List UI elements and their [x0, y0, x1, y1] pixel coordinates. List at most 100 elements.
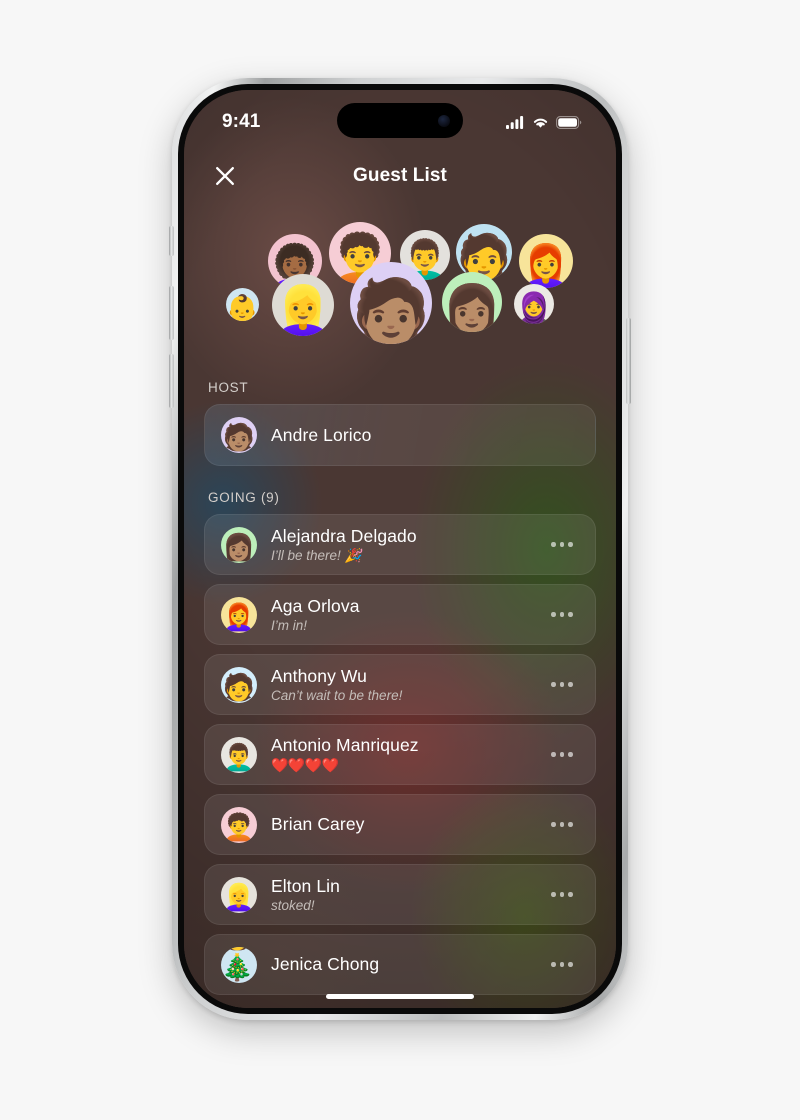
guest-text: Elton Lin stoked! [271, 876, 537, 913]
battery-full-icon [556, 115, 582, 129]
memoji-elton: 👱‍♀️ [221, 876, 257, 913]
guest-text: Jenica Chong [271, 954, 537, 975]
ellipsis-icon[interactable] [545, 882, 579, 908]
dynamic-island [337, 103, 463, 138]
guest-text: Anthony Wu Can’t wait to be there! [271, 666, 537, 703]
dot [568, 612, 573, 617]
host-section-header: HOST [208, 380, 249, 395]
ellipsis-icon[interactable] [545, 812, 579, 838]
host-text: Andre Lorico [271, 425, 579, 446]
avatar-glyph: 🧕 [514, 291, 554, 324]
guest-name: Anthony Wu [271, 666, 368, 686]
dot [551, 752, 556, 757]
host-name: Andre Lorico [271, 424, 372, 445]
home-indicator[interactable] [326, 993, 474, 999]
ellipsis-icon[interactable] [545, 742, 579, 768]
memoji-pink-hair[interactable]: 👩‍🦰 [519, 234, 573, 288]
memoji-aga: 👩‍🦰 [221, 596, 257, 633]
dot [559, 542, 565, 547]
guest-row[interactable]: 🧑🎄 Jenica Chong [204, 934, 596, 995]
ellipsis-icon[interactable] [545, 952, 579, 978]
dot [551, 612, 556, 617]
dot [551, 822, 556, 827]
guest-note: ❤️❤️❤️❤️ [271, 757, 339, 773]
dot [551, 962, 556, 967]
memoji-jenica: 🧑🎄 [221, 946, 257, 983]
power-button[interactable] [626, 318, 631, 404]
volume-down-button[interactable] [169, 354, 174, 408]
dot [559, 962, 565, 967]
dot [559, 822, 565, 827]
guest-name: Aga Orlova [271, 596, 360, 616]
close-button[interactable] [210, 161, 240, 191]
dot [551, 892, 556, 897]
memoji-antonio: 👨‍🦱 [221, 736, 257, 773]
memoji-alejandra: 👩🏽 [221, 526, 257, 563]
dot [559, 892, 565, 897]
ellipsis-icon[interactable] [545, 672, 579, 698]
memoji-flowers[interactable]: 👶 [226, 288, 259, 321]
attendee-avatar-cluster: 👩🏾‍🦱 🧑‍🦱 👨‍🦱 🧑 👩‍🦰 👶 👱‍♀️ 🧑🏽 👩🏽 🧕 [184, 212, 616, 352]
guest-text: Alejandra Delgado I’ll be there! 🎉 [271, 526, 537, 564]
guest-note: I’ll be there! 🎉 [271, 547, 362, 563]
status-icons [506, 115, 582, 129]
memoji-red-jacket[interactable]: 🧑 [456, 224, 512, 280]
memoji-brian: 🧑‍🦱 [221, 806, 257, 843]
memoji-anthony: 🧑 [221, 666, 257, 703]
guest-text: Brian Carey [271, 814, 537, 835]
front-camera-icon [438, 114, 450, 127]
status-clock: 9:41 [222, 111, 261, 132]
memoji-host-thumbsup[interactable]: 🧑🏽 [350, 262, 432, 344]
host-avatar: 🧑🏽 [221, 417, 257, 453]
dot [559, 612, 565, 617]
phone-screen: 9:41 [184, 90, 616, 1008]
guest-rows: 👩🏽 Alejandra Delgado I’ll be there! 🎉 👩‍🦰 Ag… [204, 514, 596, 995]
memoji-red-hood[interactable]: 🧕 [514, 284, 554, 324]
avatar-glyph: 👶 [226, 293, 259, 321]
dot [551, 542, 556, 547]
dot [551, 682, 556, 687]
guest-name: Alejandra Delgado [271, 525, 417, 546]
avatar-glyph: 👩‍🦰 [519, 243, 573, 288]
dot [568, 752, 573, 757]
memoji-blonde-bob[interactable]: 👱‍♀️ [272, 274, 334, 336]
action-button[interactable] [169, 226, 174, 256]
screenshot-stage: 9:41 [0, 0, 800, 1120]
ellipsis-icon[interactable] [545, 602, 579, 628]
dot [559, 682, 565, 687]
guest-note: Can’t wait to be there! [271, 688, 403, 703]
guest-row[interactable]: 👨‍🦱 Antonio Manriquez ❤️❤️❤️❤️ [204, 724, 596, 785]
dot [568, 682, 573, 687]
memoji-green-circle[interactable]: 👩🏽 [442, 272, 502, 332]
cellular-bars-icon [506, 115, 524, 129]
guest-text: Aga Orlova I’m in! [271, 596, 537, 633]
avatar-glyph: 👩🏽 [442, 282, 502, 332]
going-section-header: GOING (9) [208, 490, 280, 505]
ellipsis-icon[interactable] [545, 532, 579, 558]
page-title: Guest List [353, 165, 447, 186]
dot [568, 822, 573, 827]
host-row[interactable]: 🧑🏽 Andre Lorico [204, 404, 596, 466]
guest-list-scroll[interactable]: HOST 🧑🏽 Andre Lorico GOING (9) 👩🏽 Alejand… [184, 358, 616, 1008]
guest-name: Brian Carey [271, 814, 365, 834]
avatar-glyph: 🧑🏽 [351, 276, 431, 344]
guest-row[interactable]: 👱‍♀️ Elton Lin stoked! [204, 864, 596, 925]
guest-text: Antonio Manriquez ❤️❤️❤️❤️ [271, 735, 537, 774]
dot [568, 542, 573, 547]
guest-row[interactable]: 👩‍🦰 Aga Orlova I’m in! [204, 584, 596, 645]
avatar-glyph: 👱‍♀️ [273, 285, 333, 336]
guest-row[interactable]: 🧑‍🦱 Brian Carey [204, 794, 596, 855]
close-icon [216, 167, 234, 185]
navigation-bar: Guest List [184, 152, 616, 200]
dot [559, 752, 565, 757]
guest-row[interactable]: 👩🏽 Alejandra Delgado I’ll be there! 🎉 [204, 514, 596, 575]
guest-name: Elton Lin [271, 876, 341, 896]
guest-name: Antonio Manriquez [271, 735, 419, 755]
guest-name: Jenica Chong [271, 954, 380, 974]
guest-note: I’m in! [271, 618, 308, 633]
dot [568, 962, 573, 967]
dot [568, 892, 573, 897]
wifi-icon [533, 118, 548, 128]
guest-row[interactable]: 🧑 Anthony Wu Can’t wait to be there! [204, 654, 596, 715]
volume-up-button[interactable] [169, 286, 174, 340]
